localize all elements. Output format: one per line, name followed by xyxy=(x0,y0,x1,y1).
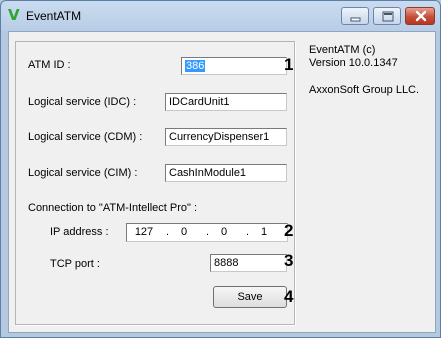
atm-id-label: ATM ID : xyxy=(28,59,71,71)
annotation-marker-3: 3 xyxy=(284,251,294,270)
ip-octet-4[interactable]: 1 xyxy=(251,226,277,238)
title-bar[interactable]: V EventATM xyxy=(1,1,440,31)
product-name: EventATM (c) xyxy=(309,44,376,56)
cim-label: Logical service (CIM) : xyxy=(28,167,138,179)
ip-octet-1[interactable]: 127 xyxy=(131,226,157,238)
cim-value: CashInModule1 xyxy=(169,167,247,179)
connection-label: Connection to "ATM-Intellect Pro" : xyxy=(28,202,198,214)
cdm-value: CurrencyDispenser1 xyxy=(169,131,270,143)
close-icon xyxy=(415,10,427,22)
minimize-icon xyxy=(350,17,361,22)
atm-id-value: 386 xyxy=(185,60,206,72)
annotation-marker-4: 4 xyxy=(284,287,294,306)
idc-label: Logical service (IDC) : xyxy=(28,96,137,108)
app-window: V EventATM ATM ID : 386 Logical service xyxy=(0,0,441,338)
ip-separator: . xyxy=(206,226,210,238)
ip-octet-3[interactable]: 0 xyxy=(211,226,237,238)
minimize-button[interactable] xyxy=(341,7,369,25)
ip-address-label: IP address : xyxy=(50,226,109,238)
maximize-icon xyxy=(382,11,394,22)
company-name: AxxonSoft Group LLC. xyxy=(309,84,420,96)
idc-field[interactable]: IDCardUnit1 xyxy=(165,93,287,111)
atm-id-field[interactable]: 386 xyxy=(181,57,287,75)
annotation-marker-2: 2 xyxy=(284,221,294,240)
cdm-field[interactable]: CurrencyDispenser1 xyxy=(165,128,287,146)
cim-field[interactable]: CashInModule1 xyxy=(165,164,287,182)
product-version: Version 10.0.1347 xyxy=(309,57,398,69)
v-app-icon: V xyxy=(8,6,20,24)
tcp-port-field[interactable]: 8888 xyxy=(210,254,287,272)
window-title: EventATM xyxy=(26,9,82,23)
maximize-button[interactable] xyxy=(373,7,401,25)
ip-octet-2[interactable]: 0 xyxy=(171,226,197,238)
ip-separator: . xyxy=(166,226,170,238)
cdm-label: Logical service (CDM) : xyxy=(28,131,143,143)
settings-group: ATM ID : 386 Logical service (IDC) : IDC… xyxy=(15,41,295,325)
ip-address-field[interactable]: 127 . 0 . 0 . 1 xyxy=(126,223,288,242)
annotation-marker-1: 1 xyxy=(284,55,294,74)
idc-value: IDCardUnit1 xyxy=(169,96,230,108)
tcp-port-value: 8888 xyxy=(214,257,239,269)
tcp-port-label: TCP port : xyxy=(50,258,100,270)
client-area: ATM ID : 386 Logical service (IDC) : IDC… xyxy=(8,31,436,333)
ip-separator: . xyxy=(246,226,250,238)
save-button[interactable]: Save xyxy=(213,286,287,308)
close-button[interactable] xyxy=(405,7,435,25)
